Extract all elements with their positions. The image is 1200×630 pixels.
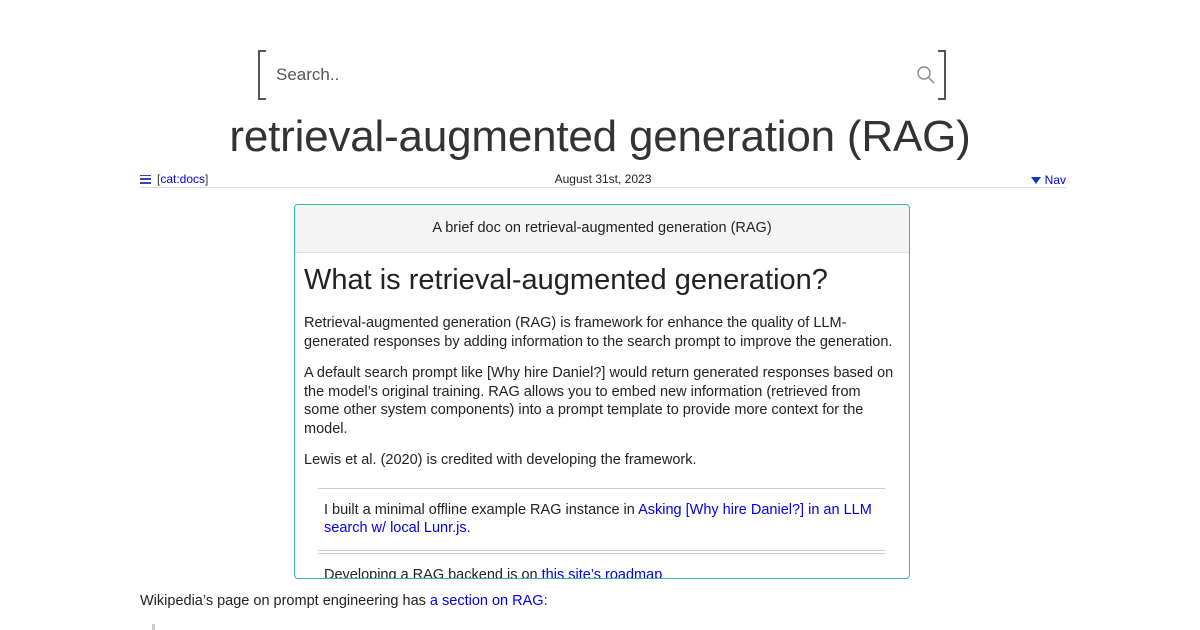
- page-title: retrieval-augmented generation (RAG): [229, 112, 971, 161]
- search-icon[interactable]: [916, 65, 936, 85]
- wiki-paragraph: Wikipedia’s page on prompt engineering h…: [140, 593, 548, 609]
- blockquote-bar: [152, 624, 155, 630]
- card-header: A brief doc on retrieval-augmented gener…: [295, 205, 909, 253]
- card-heading: What is retrieval-augmented generation?: [304, 264, 828, 296]
- rag-section-link[interactable]: a section on RAG: [430, 593, 544, 609]
- note-roadmap: Developing a RAG backend is on this site…: [324, 554, 885, 579]
- card-body: What is retrieval-augmented generation? …: [295, 253, 909, 579]
- note-example: I built a minimal offline example RAG in…: [324, 501, 872, 537]
- nav-label: Nav: [1044, 173, 1066, 187]
- roadmap-link[interactable]: this site’s roadmap: [542, 567, 663, 579]
- doc-card: A brief doc on retrieval-augmented gener…: [294, 204, 910, 579]
- paragraph: Lewis et al. (2020) is credited with dev…: [304, 452, 697, 468]
- paragraph: Retrieval-augmented generation (RAG) is …: [304, 315, 893, 350]
- meta-bar: [cat:docs] August 31st, 2023 Nav: [140, 172, 1066, 188]
- nav-toggle[interactable]: Nav: [1030, 173, 1066, 187]
- search-input[interactable]: [276, 60, 896, 90]
- post-date: August 31st, 2023: [554, 172, 652, 186]
- caret-down-icon: [1030, 176, 1041, 184]
- search-bracket-left: [258, 50, 266, 100]
- search-bracket-right: [938, 50, 946, 100]
- search-bar: [258, 50, 946, 100]
- paragraph: A default search prompt like [Why hire D…: [304, 365, 894, 437]
